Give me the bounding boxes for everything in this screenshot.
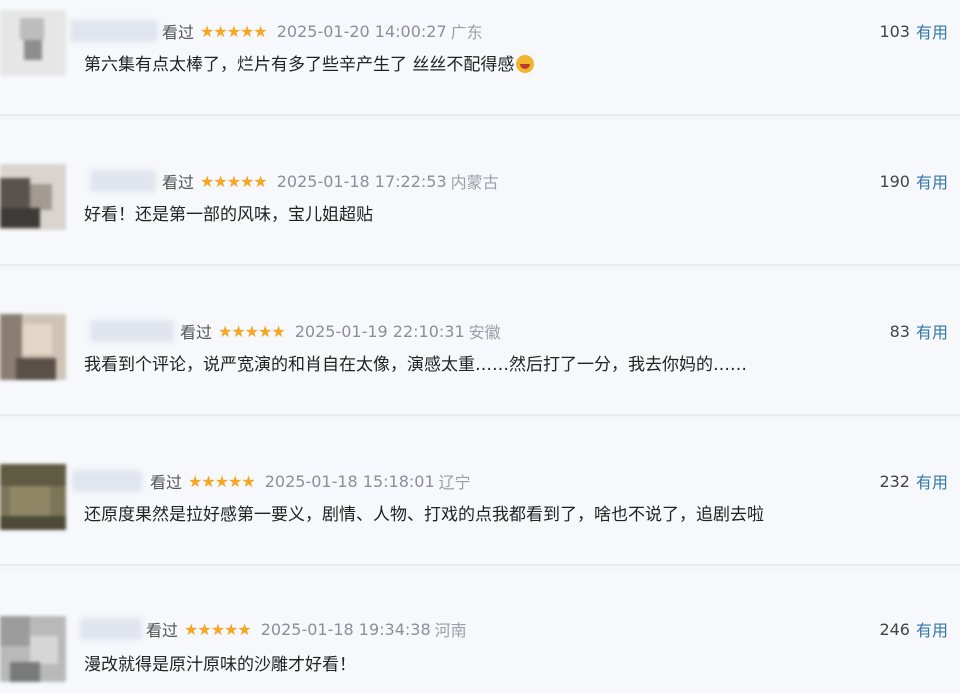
comment-item: 看过 ★★★★★ 2025-01-18 17:22:53 内蒙古 190 有用 … — [0, 120, 960, 266]
laughing-emoji-icon — [516, 55, 535, 73]
useful-vote[interactable]: 246 有用 — [879, 616, 948, 642]
useful-count: 83 — [889, 321, 910, 341]
avatar[interactable] — [0, 10, 66, 76]
useful-button[interactable]: 有用 — [916, 469, 948, 493]
comment-date: 2025-01-19 22:10:31 — [294, 321, 465, 341]
avatar[interactable] — [0, 164, 66, 230]
comment-text: 我看到个评论，说严宽演的和肖自在太像，演感太重……然后打了一分，我去你妈的…… — [84, 355, 747, 375]
useful-count: 246 — [879, 619, 910, 639]
comment-text: 还原度果然是拉好感第一要义，剧情、人物、打戏的点我都看到了，啥也不说了，追剧去啦 — [84, 505, 764, 525]
useful-button[interactable]: 有用 — [916, 169, 948, 193]
watched-status: 看过 — [162, 173, 195, 192]
comment-text: 第六集有点太棒了，烂片有多了些辛产生了 丝丝不配得感 — [84, 55, 515, 75]
rating-stars: ★★★★★ — [218, 321, 286, 341]
comment-list: 看过 ★★★★★ 2025-01-20 14:00:27 广东 103 有用 第… — [0, 0, 960, 694]
comment-item: 看过 ★★★★★ 2025-01-19 22:10:31 安徽 83 有用 我看… — [0, 270, 960, 416]
rating-stars: ★★★★★ — [200, 171, 268, 191]
username[interactable] — [70, 20, 158, 42]
avatar[interactable] — [0, 616, 66, 682]
useful-vote[interactable]: 232 有用 — [879, 468, 948, 494]
useful-count: 103 — [879, 21, 910, 41]
watched-status: 看过 — [180, 323, 213, 342]
username[interactable] — [90, 320, 174, 342]
username[interactable] — [80, 618, 142, 640]
comment-meta: 看过 ★★★★★ 2025-01-19 22:10:31 安徽 — [180, 318, 501, 344]
rating-stars: ★★★★★ — [200, 21, 268, 41]
comment-meta: 看过 ★★★★★ 2025-01-20 14:00:27 广东 — [162, 18, 483, 44]
comment-region: 广东 — [450, 23, 483, 42]
useful-button[interactable]: 有用 — [916, 19, 948, 43]
avatar[interactable] — [0, 314, 66, 380]
avatar[interactable] — [0, 464, 66, 530]
comment-text: 好看！还是第一部的风味，宝儿姐超贴 — [84, 205, 373, 225]
rating-stars: ★★★★★ — [188, 471, 256, 491]
comment-date: 2025-01-18 17:22:53 — [276, 171, 447, 191]
useful-vote[interactable]: 103 有用 — [879, 18, 948, 44]
useful-count: 190 — [879, 171, 910, 191]
rating-stars: ★★★★★ — [184, 619, 252, 639]
useful-button[interactable]: 有用 — [916, 319, 948, 343]
comment-text: 漫改就得是原汁原味的沙雕才好看！ — [84, 655, 356, 675]
username[interactable] — [72, 470, 142, 492]
comment-date: 2025-01-18 15:18:01 — [264, 471, 435, 491]
comment-item: 看过 ★★★★★ 2025-01-18 19:34:38 河南 246 有用 漫… — [0, 570, 960, 694]
comment-region: 安徽 — [468, 323, 501, 342]
comment-date: 2025-01-18 19:34:38 — [260, 619, 431, 639]
comment-date: 2025-01-20 14:00:27 — [276, 21, 447, 41]
comment-meta: 看过 ★★★★★ 2025-01-18 15:18:01 辽宁 — [150, 468, 471, 494]
comment-region: 内蒙古 — [450, 173, 499, 192]
comment-text-row: 第六集有点太棒了，烂片有多了些辛产生了 丝丝不配得感 — [84, 52, 535, 78]
comment-meta: 看过 ★★★★★ 2025-01-18 19:34:38 河南 — [146, 616, 467, 642]
comment-item: 看过 ★★★★★ 2025-01-20 14:00:27 广东 103 有用 第… — [0, 0, 960, 116]
watched-status: 看过 — [150, 473, 183, 492]
username[interactable] — [90, 170, 156, 192]
comment-region: 河南 — [434, 621, 467, 640]
watched-status: 看过 — [146, 621, 179, 640]
useful-button[interactable]: 有用 — [916, 617, 948, 641]
useful-vote[interactable]: 190 有用 — [879, 168, 948, 194]
useful-count: 232 — [879, 471, 910, 491]
watched-status: 看过 — [162, 23, 195, 42]
comment-meta: 看过 ★★★★★ 2025-01-18 17:22:53 内蒙古 — [162, 168, 499, 194]
useful-vote[interactable]: 83 有用 — [890, 318, 948, 344]
comment-item: 看过 ★★★★★ 2025-01-18 15:18:01 辽宁 232 有用 还… — [0, 420, 960, 566]
comment-region: 辽宁 — [438, 473, 471, 492]
